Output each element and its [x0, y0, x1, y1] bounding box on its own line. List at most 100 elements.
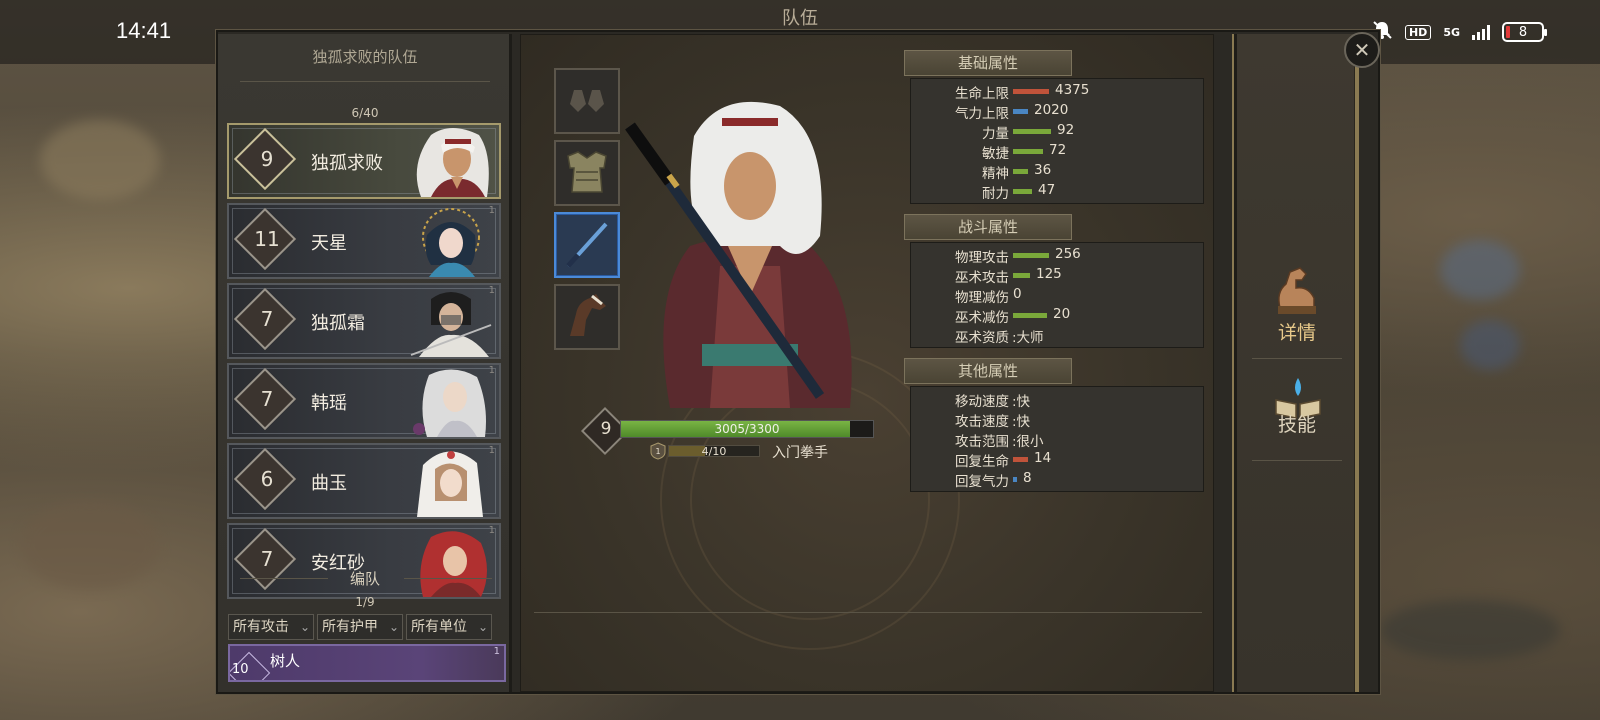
unit-level: 10 [232, 662, 249, 677]
attribute-bar [1013, 313, 1047, 318]
chevron-down-icon: ⌄ [299, 620, 310, 634]
other-attributes-list: 移动速度:快 攻击速度:快 攻击范围:很小 回复生命 14 回复气力 8 [910, 386, 1204, 492]
tab-label: 技能 [1277, 414, 1316, 436]
tab-details[interactable]: 详情 [1250, 262, 1344, 358]
formation-count: 1/9 [355, 595, 375, 609]
attribute-bar [1013, 477, 1017, 482]
attribute-row: 物理减伤 0 [911, 285, 1203, 306]
attribute-label: 生命上限 [955, 86, 1009, 102]
divider [534, 612, 1202, 613]
hero-name: 韩瑶 [311, 393, 347, 414]
hp-bar: 3005/3300 [620, 420, 874, 438]
attribute-label: 移动速度 [955, 394, 1009, 410]
divider [1252, 460, 1342, 461]
attribute-value: 20 [1053, 306, 1071, 322]
attribute-value: :很小 [1012, 434, 1044, 450]
unit-filters: 所有攻击 ⌄ 所有护甲 ⌄ 所有单位 ⌄ [228, 614, 492, 640]
svg-text:1: 1 [655, 447, 660, 456]
attribute-row: 回复气力 8 [911, 469, 1203, 490]
unit-filter-select[interactable]: 所有单位 ⌄ [406, 614, 492, 640]
hero-portrait [401, 125, 495, 197]
sword-icon [566, 222, 608, 268]
attribute-value: 72 [1049, 142, 1067, 158]
attribute-value: 2020 [1034, 102, 1069, 118]
hero-card[interactable]: 11 天星 1 [227, 203, 501, 279]
team-count: 6/40 [351, 106, 379, 120]
hero-name: 独孤求败 [311, 153, 383, 174]
attribute-label: 巫术资质 [955, 330, 1009, 346]
attribute-row: 巫术攻击 125 [911, 265, 1203, 286]
attribute-row: 精神 36 [911, 161, 1203, 182]
xp-value: 4/10 [701, 445, 727, 458]
attribute-value: 0 [1013, 286, 1022, 302]
gloves-icon [570, 90, 604, 112]
frame-rail [1354, 58, 1359, 692]
hero-card[interactable]: 9 独孤求败 [227, 123, 501, 199]
xp-bar: 4/10 [668, 445, 760, 457]
team-panel: 独孤求败的队伍 6/40 9 独孤求败 11 天星 1 7 独孤霜 1 7 韩瑶… [218, 34, 512, 692]
tab-skills[interactable]: 技能 [1250, 374, 1344, 470]
combat-attributes-list: 物理攻击 256 巫术攻击 125 物理减伤 0 巫术减伤 20 巫术资质:大师 [910, 242, 1204, 348]
team-title: 独孤求败的队伍 [312, 48, 418, 66]
attribute-label: 力量 [982, 126, 1009, 142]
hero-corner-count: 1 [488, 205, 495, 216]
hero-card[interactable]: 7 韩瑶 1 [227, 363, 501, 439]
horse-icon [570, 294, 606, 336]
attribute-row: 气力上限 2020 [911, 101, 1203, 122]
filter-value: 所有护甲 [322, 619, 378, 635]
hero-card[interactable]: 6 曲玉 1 [227, 443, 501, 519]
attribute-label: 攻击范围 [955, 434, 1009, 450]
hero-card[interactable]: 7 独孤霜 1 [227, 283, 501, 359]
chevron-down-icon: ⌄ [477, 620, 488, 634]
attribute-label: 精神 [982, 166, 1009, 182]
attribute-label: 攻击速度 [955, 414, 1009, 430]
other-attributes-header: 其他属性 [904, 358, 1072, 384]
attribute-label: 物理减伤 [955, 290, 1009, 306]
attribute-value: 256 [1055, 246, 1081, 262]
attribute-row: 生命上限 4375 [911, 81, 1203, 102]
attribute-row: 攻击速度:快 [911, 409, 1203, 430]
attribute-row: 耐力 47 [911, 181, 1203, 202]
hero-name: 曲玉 [311, 473, 347, 494]
attribute-row: 力量 92 [911, 121, 1203, 142]
attribute-bar [1013, 129, 1051, 134]
unit-corner-count: 1 [493, 646, 500, 657]
armor-filter-select[interactable]: 所有护甲 ⌄ [317, 614, 403, 640]
attribute-label: 巫术减伤 [955, 310, 1009, 326]
attribute-value: :大师 [1012, 330, 1044, 346]
attribute-row: 攻击范围:很小 [911, 429, 1203, 450]
attribute-row: 回复生命 14 [911, 449, 1203, 470]
tab-label: 详情 [1277, 322, 1316, 344]
attribute-value: :快 [1012, 394, 1031, 410]
attribute-value: 125 [1036, 266, 1062, 282]
attribute-label: 回复生命 [955, 454, 1009, 470]
hero-level: 7 [260, 387, 274, 411]
attribute-bar [1013, 109, 1028, 114]
hero-corner-count: 1 [488, 365, 495, 376]
attribute-row: 移动速度:快 [911, 389, 1203, 410]
rank-title: 入门拳手 [772, 445, 828, 461]
attribute-bar [1013, 273, 1030, 278]
attribute-row: 巫术资质:大师 [911, 325, 1203, 346]
detail-tabs [1234, 34, 1354, 692]
attribute-label: 气力上限 [955, 106, 1009, 122]
hero-name: 独孤霜 [311, 313, 365, 334]
unit-name: 树人 [270, 652, 301, 670]
chevron-down-icon: ⌄ [388, 620, 399, 634]
hero-name: 天星 [311, 233, 347, 254]
attribute-bar [1013, 89, 1049, 94]
attribute-bar [1013, 457, 1028, 462]
attribute-value: :快 [1012, 414, 1031, 430]
attribute-value: 14 [1034, 450, 1052, 466]
attribute-value: 47 [1038, 182, 1056, 198]
attribute-value: 92 [1057, 122, 1075, 138]
hp-value: 3005/3300 [714, 422, 780, 436]
divider [1252, 358, 1342, 359]
hero-portrait [401, 445, 495, 517]
unit-card[interactable]: 10 树人 1 [228, 644, 506, 682]
combat-attributes-header: 战斗属性 [904, 214, 1072, 240]
attack-filter-select[interactable]: 所有攻击 ⌄ [228, 614, 314, 640]
attribute-bar [1013, 253, 1049, 258]
close-button[interactable]: ✕ [1344, 32, 1380, 68]
hero-level: 6 [260, 467, 274, 491]
